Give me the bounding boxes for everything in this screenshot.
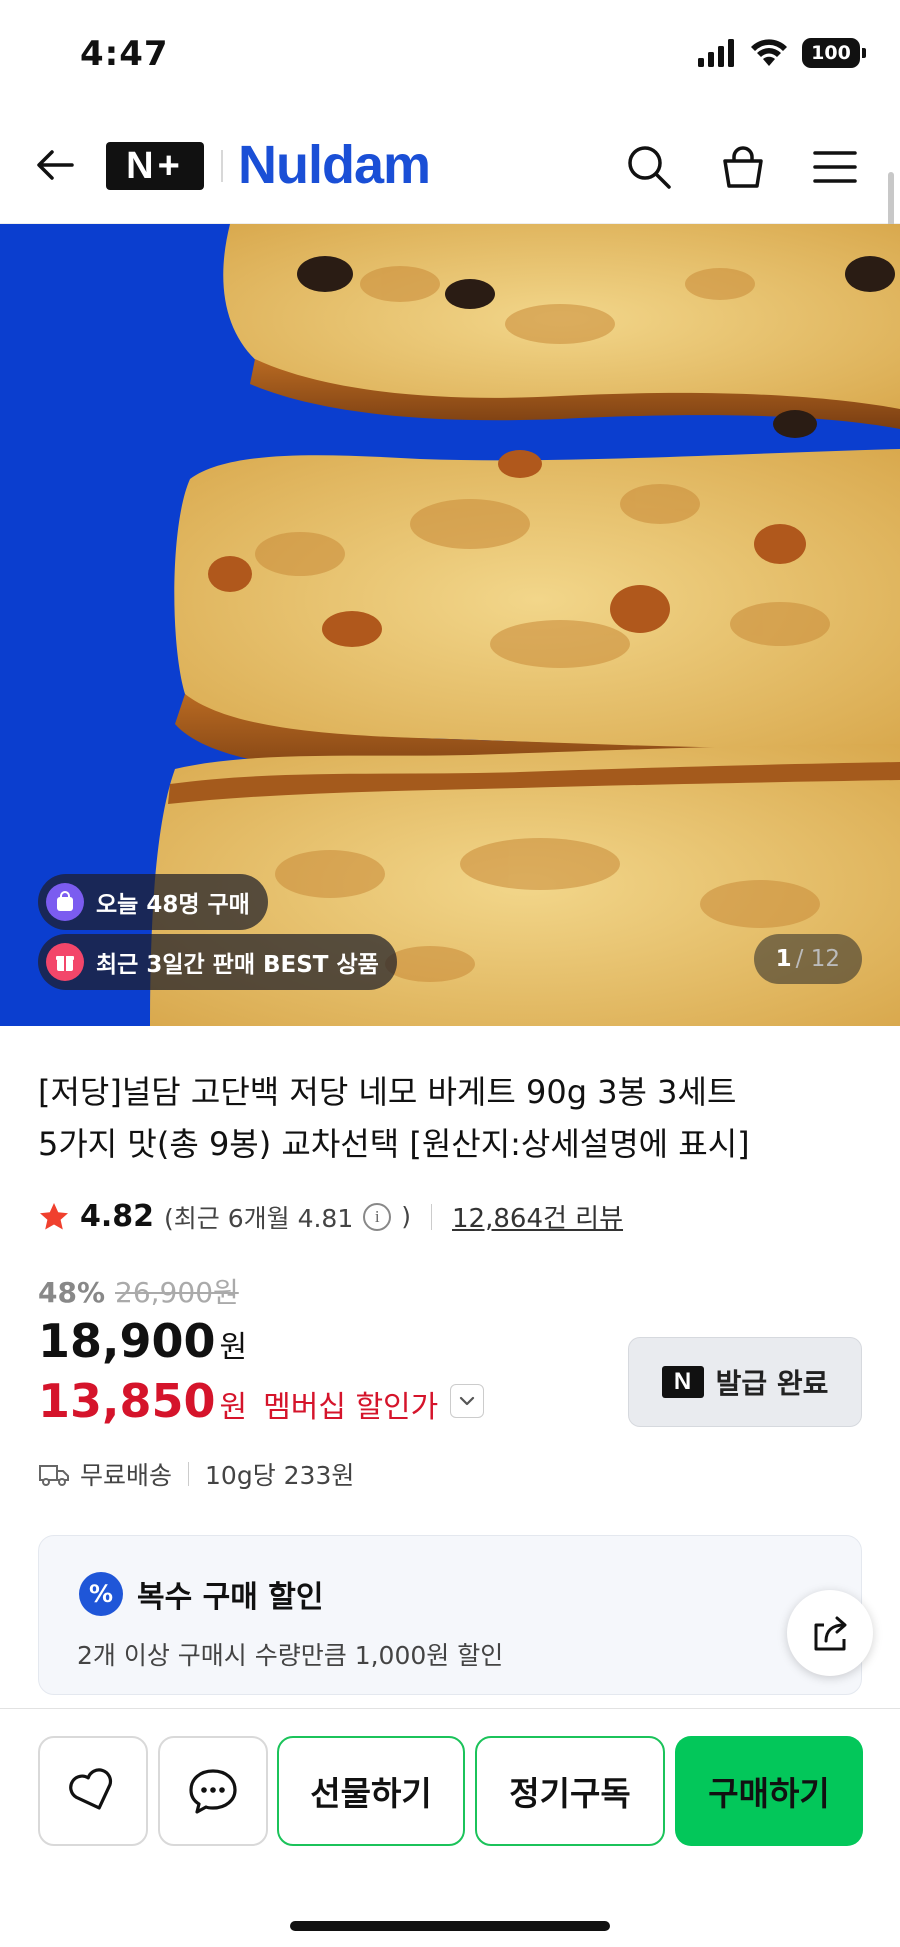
original-price: 26,900원 (115, 1276, 239, 1309)
rating-row: 4.82 (최근 6개월 4.81 i ) 12,864건 리뷰 (38, 1198, 623, 1235)
coupon-issued-button[interactable]: N 발급 완료 (628, 1337, 862, 1427)
rating-recent: (최근 6개월 4.81 (164, 1203, 354, 1233)
membership-expand-button[interactable] (450, 1384, 485, 1418)
review-count-link[interactable]: 12,864건 리뷰 (452, 1198, 623, 1235)
shipping-label: 무료배송 (80, 1461, 173, 1490)
multi-purchase-discount-card[interactable]: % 복수 구매 할인 2개 이상 구매시 수량만큼 1,000원 할인 (38, 1535, 862, 1695)
shipping-info-row: 무료배송 10g당 233원 (38, 1456, 354, 1492)
back-button[interactable] (30, 140, 80, 190)
naver-n-icon: N (661, 1366, 704, 1398)
menu-button[interactable] (808, 140, 862, 194)
promo-title-row: % 복수 구매 할인 (79, 1572, 324, 1616)
page-current: 1 (775, 946, 792, 972)
shopping-bag-icon (46, 883, 84, 921)
divider (188, 1462, 190, 1486)
top-navigation-bar: N+ Nuldam (0, 110, 900, 224)
talk-talk-button[interactable] (158, 1736, 268, 1846)
shopping-bag-icon (723, 146, 763, 188)
promo-description: 2개 이상 구매시 수량만큼 1,000원 할인 (77, 1641, 504, 1670)
rating-value: 4.82 (80, 1199, 155, 1234)
logo-divider (221, 150, 223, 182)
info-icon[interactable]: i (363, 1202, 392, 1231)
divider (431, 1203, 433, 1230)
membership-price-value: 13,850 (38, 1374, 216, 1428)
buy-button[interactable]: 구매하기 (675, 1736, 863, 1846)
discount-rate: 48% (38, 1276, 106, 1309)
today-purchase-text: 오늘 48명 구매 (96, 892, 250, 918)
sale-price: 18,900 원 (38, 1314, 247, 1368)
membership-price: 13,850 원 멤버십 할인가 (38, 1374, 485, 1428)
membership-price-label: 멤버십 할인가 (263, 1390, 439, 1425)
coupon-issued-label: 발급 완료 (715, 1367, 829, 1400)
chevron-down-icon (460, 1396, 475, 1406)
status-icons: 100 (698, 38, 866, 68)
status-bar: 4:47 100 (0, 0, 900, 110)
share-icon (814, 1616, 847, 1651)
percent-badge-icon: % (79, 1572, 123, 1616)
gift-icon (46, 943, 84, 981)
status-time: 4:47 (80, 34, 169, 74)
best-seller-text: 최근 3일간 판매 BEST 상품 (96, 952, 379, 978)
naver-plus-logo[interactable]: N+ (106, 142, 204, 190)
membership-price-unit: 원 (219, 1390, 248, 1425)
search-button[interactable] (622, 140, 676, 194)
wishlist-button[interactable] (38, 1736, 148, 1846)
product-image-carousel[interactable]: 오늘 48명 구매 최근 3일간 판매 BEST 상품 1 / 12 (0, 224, 900, 1026)
gift-button[interactable]: 선물하기 (277, 1736, 465, 1846)
discount-row: 48% 26,900원 (38, 1271, 239, 1311)
page-total: / 12 (795, 946, 840, 972)
best-seller-chip: 최근 3일간 판매 BEST 상품 (38, 934, 397, 990)
cart-button[interactable] (716, 140, 770, 194)
star-icon (40, 1202, 68, 1229)
arrow-left-icon (37, 150, 74, 180)
image-page-indicator: 1 / 12 (753, 934, 862, 984)
share-button[interactable] (787, 1590, 873, 1676)
today-purchase-chip: 오늘 48명 구매 (38, 874, 268, 930)
home-indicator[interactable] (290, 1921, 610, 1931)
battery-icon: 100 (802, 38, 866, 68)
unit-price: 10g당 233원 (205, 1461, 355, 1490)
product-title-line-1: [저당]널담 고단백 저당 네모 바게트 90g 3봉 3세트 (38, 1073, 737, 1111)
heart-icon (69, 1768, 113, 1810)
sale-price-unit: 원 (219, 1330, 248, 1365)
wifi-icon (751, 39, 787, 66)
brand-store-name[interactable]: Nuldam (238, 134, 431, 196)
signal-icon (698, 39, 734, 67)
delivery-truck-icon (39, 1465, 69, 1486)
hamburger-menu-icon (813, 151, 857, 183)
product-title-line-2: 5가지 맛(총 9봉) 교차선택 [원산지:상세설명에 표시] (38, 1125, 750, 1163)
promo-title: 복수 구매 할인 (137, 1580, 324, 1615)
bottom-action-bar: 선물하기 정기구독 구매하기 (0, 1708, 900, 1947)
search-icon (628, 146, 671, 189)
chat-bubble-icon (189, 1769, 237, 1814)
subscribe-button[interactable]: 정기구독 (475, 1736, 665, 1846)
rating-recent-close: ) (401, 1202, 412, 1231)
product-title: [저당]널담 고단백 저당 네모 바게트 90g 3봉 3세트 5가지 맛(총 … (38, 1066, 868, 1170)
sale-price-value: 18,900 (38, 1314, 216, 1368)
